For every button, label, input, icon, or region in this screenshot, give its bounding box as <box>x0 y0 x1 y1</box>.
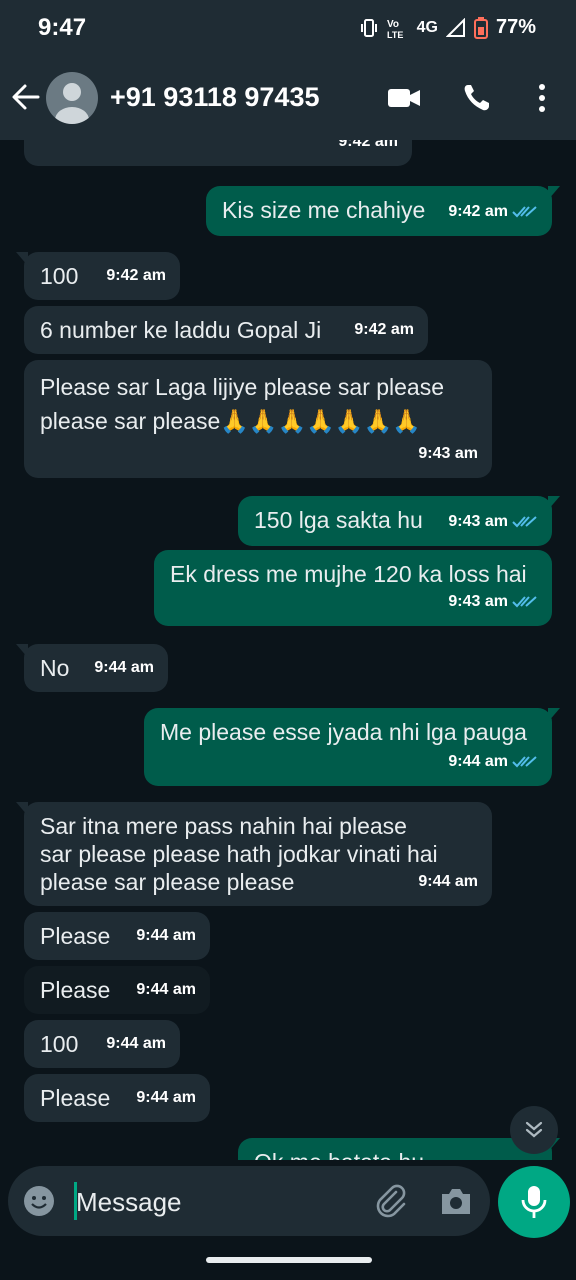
camera-icon[interactable] <box>438 1184 474 1218</box>
attach-icon[interactable] <box>372 1182 408 1218</box>
more-options-icon[interactable] <box>524 82 560 114</box>
network-type: 4G <box>416 18 438 36</box>
message-text: Me please esse jyada nhi lga pauga <box>160 719 527 745</box>
message-outgoing[interactable]: Kis size me chahiye 9:42 am <box>206 186 560 236</box>
message-incoming[interactable]: Please 9:44 am <box>24 912 210 960</box>
message-incoming[interactable]: Please 9:44 am <box>24 1074 210 1122</box>
message-input[interactable] <box>74 1178 358 1226</box>
status-icons: Vo LTE 4G 77% <box>359 16 536 39</box>
read-receipt-icon <box>512 596 537 608</box>
conversation[interactable]: 9:42 am Kis size me chahiye 9:42 am 100 … <box>0 140 576 1160</box>
message-text: Sar itna mere pass nahin hai please sar … <box>40 813 438 895</box>
message-incoming[interactable]: 9:42 am <box>24 140 412 166</box>
message-text: Please <box>40 977 111 1003</box>
message-time: 9:42 am <box>106 267 166 284</box>
contact-avatar[interactable] <box>46 72 98 124</box>
message-time: 9:44 am <box>136 927 196 944</box>
message-text: Kis size me chahiye <box>222 197 426 223</box>
message-outgoing[interactable]: 150 lga sakta hu 9:43 am <box>238 496 560 546</box>
video-call-icon[interactable] <box>386 82 422 114</box>
message-text: 150 lga sakta hu <box>254 507 423 533</box>
battery-level: 77% <box>495 16 536 38</box>
message-time: 9:44 am <box>94 659 154 676</box>
battery-icon <box>473 16 488 39</box>
vibrate-icon <box>360 18 377 37</box>
message-text: No <box>40 655 70 681</box>
scroll-to-bottom-button[interactable] <box>510 1106 558 1154</box>
microphone-icon <box>521 1186 547 1218</box>
message-time: 9:44 am <box>418 873 478 890</box>
voice-call-icon[interactable] <box>460 82 496 114</box>
message-incoming[interactable]: 100 9:42 am <box>16 252 180 300</box>
message-time: 9:44 am <box>136 1089 196 1106</box>
svg-text:Vo: Vo <box>387 19 399 30</box>
back-arrow-icon[interactable] <box>10 80 40 114</box>
message-text: 100 <box>40 263 79 289</box>
message-outgoing[interactable]: Me please esse jyada nhi lga pauga 9:44 … <box>144 708 560 786</box>
signal-icon <box>445 17 465 37</box>
message-time: 9:42 am <box>448 203 508 220</box>
message-text: 100 <box>40 1031 79 1057</box>
message-incoming[interactable]: 6 number ke laddu Gopal Ji 9:42 am <box>24 306 428 354</box>
message-time: 9:44 am <box>448 753 508 770</box>
read-receipt-icon <box>512 756 537 768</box>
message-outgoing[interactable]: Ek dress me mujhe 120 ka loss hai 9:43 a… <box>154 550 552 626</box>
message-outgoing[interactable]: Ok me batata hu <box>238 1138 560 1160</box>
message-time: 9:44 am <box>106 1035 166 1052</box>
double-chevron-down-icon <box>525 1121 543 1138</box>
read-receipt-icon <box>512 516 537 528</box>
text-caret <box>74 1182 77 1220</box>
message-time: 9:43 am <box>448 593 508 610</box>
message-time: 9:43 am <box>448 513 508 530</box>
volte-icon: VoLTE <box>387 19 403 39</box>
message-incoming[interactable]: 100 9:44 am <box>24 1020 180 1068</box>
message-time: 9:43 am <box>418 445 478 462</box>
message-text: Please sar Laga lijiye please sar please… <box>40 374 445 434</box>
message-incoming[interactable]: Please 9:44 am <box>24 966 210 1014</box>
message-time: 9:44 am <box>136 981 196 998</box>
message-text: 6 number ke laddu Gopal Ji <box>40 317 322 343</box>
message-incoming[interactable]: No 9:44 am <box>16 644 168 692</box>
chat-header: +91 93118 97435 <box>0 56 576 140</box>
message-incoming[interactable]: Please sar Laga lijiye please sar please… <box>24 360 492 478</box>
message-text: Ek dress me mujhe 120 ka loss hai <box>170 561 527 587</box>
emoji-icon[interactable] <box>22 1184 56 1218</box>
contact-name[interactable]: +91 93118 97435 <box>110 82 319 113</box>
message-incoming[interactable]: Sar itna mere pass nahin hai please sar … <box>16 802 492 906</box>
read-receipt-icon <box>512 206 537 218</box>
svg-text:LTE: LTE <box>387 30 403 39</box>
message-composer <box>8 1166 490 1236</box>
message-time: 9:42 am <box>338 140 398 150</box>
message-text: Please <box>40 923 111 949</box>
status-time: 9:47 <box>38 14 87 41</box>
status-bar: 9:47 Vo LTE 4G 77% <box>0 0 576 56</box>
voice-message-button[interactable] <box>498 1166 570 1238</box>
message-time: 9:42 am <box>354 321 414 338</box>
message-text: Please <box>40 1085 111 1111</box>
message-text: Ok me batata hu <box>254 1148 424 1160</box>
home-indicator[interactable] <box>206 1257 372 1263</box>
